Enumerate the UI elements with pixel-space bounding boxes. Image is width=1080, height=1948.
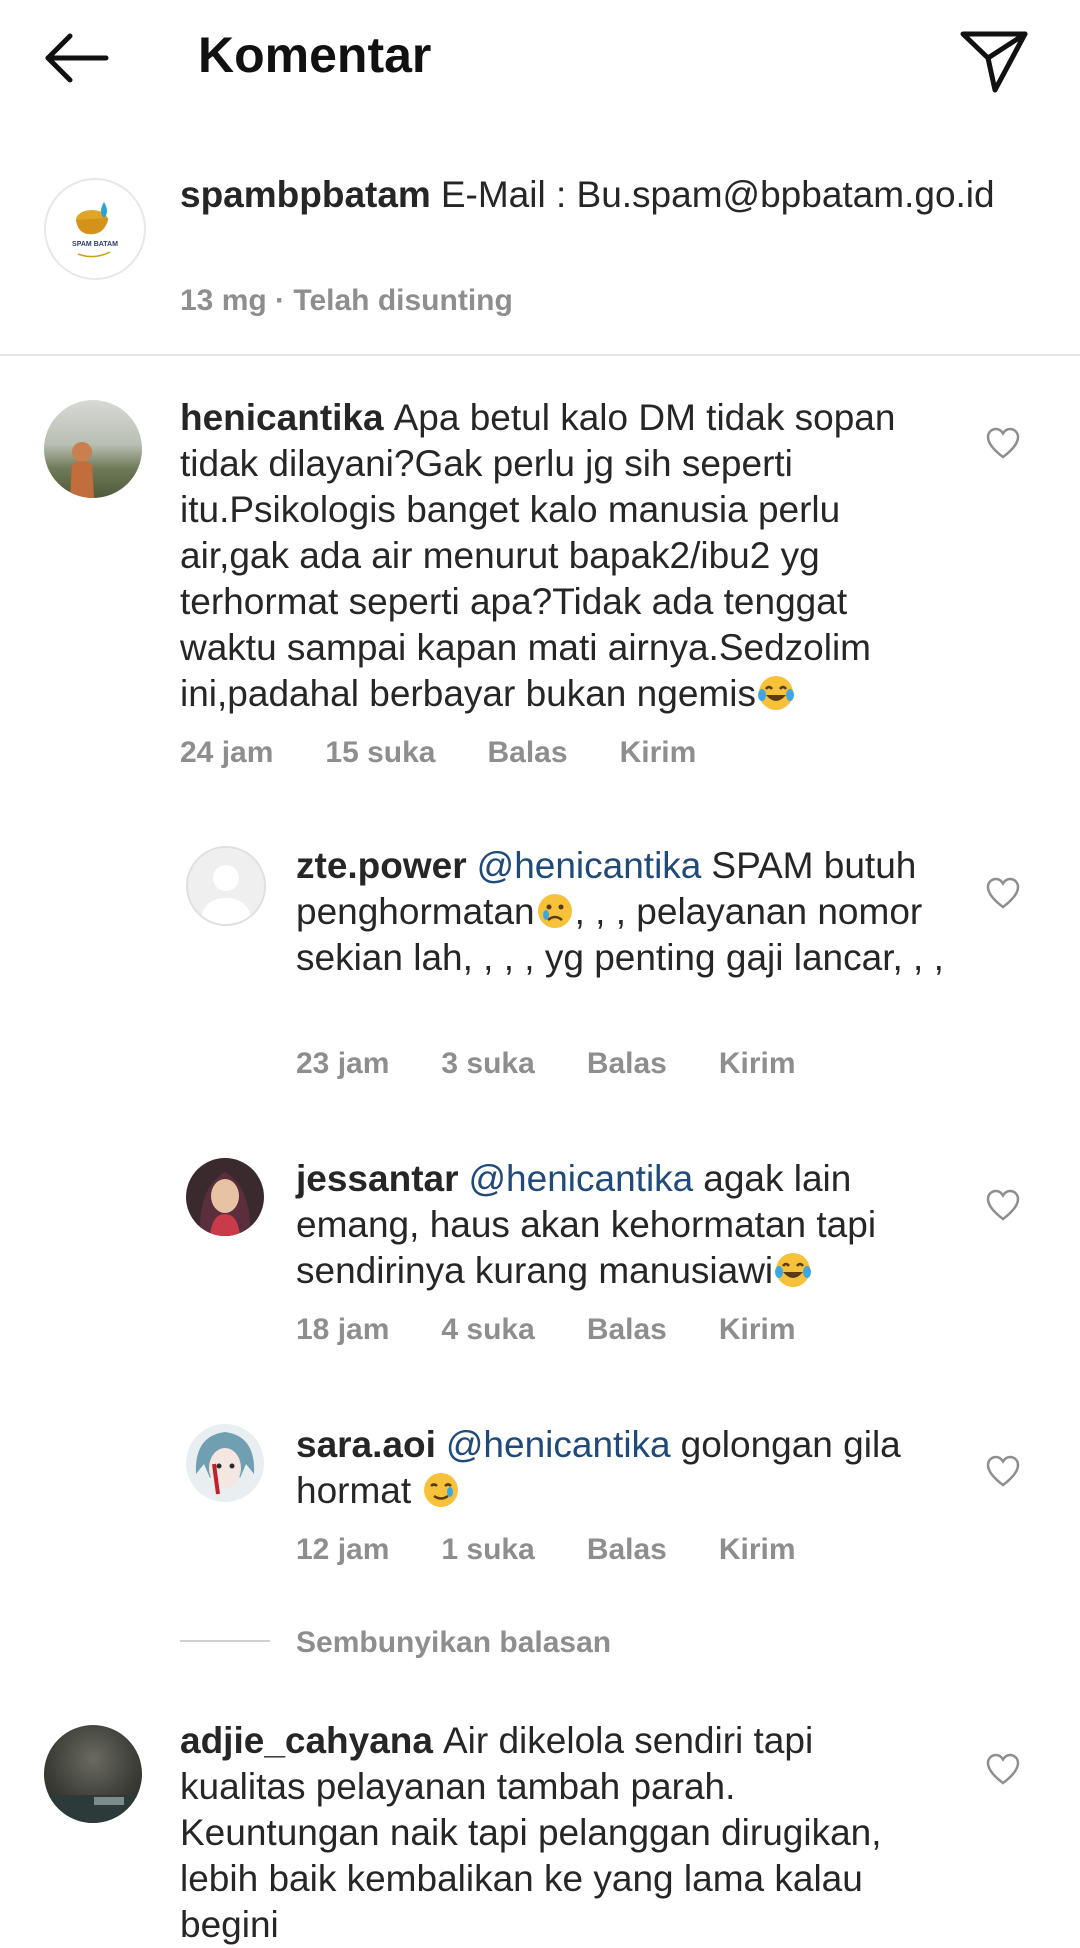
send-button[interactable]: Kirim	[719, 1047, 796, 1081]
divider	[0, 354, 1080, 356]
avatar[interactable]	[186, 1158, 264, 1236]
post-caption: SPAM BATAM spambpbatam E-Mail : Bu.spam@b…	[0, 160, 1080, 355]
like-button[interactable]	[985, 1188, 1021, 1224]
heart-icon	[986, 1455, 1020, 1487]
heart-icon	[986, 877, 1020, 909]
reply-meta: 12 jam 1 suka Balas Kirim	[296, 1533, 796, 1567]
reply-text: jessantar @henicantika agak lain emang, ha…	[296, 1156, 956, 1294]
comment-time: 24 jam	[180, 736, 274, 769]
user-photo-icon	[44, 1795, 142, 1823]
page-title: Komentar	[198, 27, 432, 83]
share-button[interactable]	[955, 20, 1035, 100]
send-button[interactable]: Kirim	[719, 1313, 796, 1347]
spam-batam-logo-icon: SPAM BATAM	[72, 202, 118, 258]
reply-time: 23 jam	[296, 1047, 390, 1080]
mention-link[interactable]: @henicantika	[477, 845, 702, 886]
like-button[interactable]	[985, 1454, 1021, 1490]
comment-text: henicantika Apa betul kalo DM tidak sopan…	[180, 395, 940, 717]
reply-text: zte.power @henicantika SPAM butuh penghorm…	[296, 843, 956, 981]
reply-time: 18 jam	[296, 1313, 390, 1346]
user-photo-icon	[70, 442, 94, 498]
comment-username[interactable]: henicantika	[180, 397, 384, 438]
caption-text: spambpbatam E-Mail : Bu.spam@bpbatam.go.i…	[180, 172, 1000, 218]
caption-body: E-Mail : Bu.spam@bpbatam.go.id	[440, 174, 995, 215]
heart-icon	[986, 1753, 1020, 1785]
reply-button[interactable]: Balas	[587, 1047, 667, 1081]
send-button[interactable]: Kirim	[719, 1533, 796, 1567]
reply-time: 12 jam	[296, 1533, 390, 1566]
reply-username[interactable]: sara.aoi	[296, 1424, 436, 1465]
reply-button[interactable]: Balas	[488, 736, 568, 770]
like-button[interactable]	[985, 876, 1021, 912]
back-button[interactable]	[40, 22, 120, 92]
heart-icon	[986, 1189, 1020, 1221]
avatar[interactable]	[186, 846, 266, 926]
mention-link[interactable]: @henicantika	[446, 1424, 671, 1465]
user-photo-icon	[199, 1172, 251, 1236]
like-button[interactable]	[985, 1752, 1021, 1788]
laughing-tears-emoji-icon	[775, 1253, 812, 1287]
reply-button[interactable]: Balas	[587, 1533, 667, 1567]
reply-button[interactable]: Balas	[587, 1313, 667, 1347]
like-count[interactable]: 15 suka	[325, 736, 435, 770]
caption-username[interactable]: spambpbatam	[180, 174, 431, 215]
reply-text: sara.aoi @henicantika golongan gila hormat	[296, 1422, 956, 1514]
like-button[interactable]	[985, 426, 1021, 462]
avatar[interactable]: SPAM BATAM	[44, 178, 146, 280]
comment-body: Apa betul kalo DM tidak sopan tidak dila…	[180, 397, 896, 714]
send-button[interactable]: Kirim	[620, 736, 697, 770]
laughing-tears-emoji-icon	[757, 676, 794, 710]
comment-username[interactable]: adjie_cahyana	[180, 1720, 433, 1761]
smiling-tear-emoji-icon	[424, 1473, 459, 1507]
svg-text:SPAM BATAM: SPAM BATAM	[72, 241, 118, 248]
paper-plane-icon	[960, 31, 1028, 93]
like-count[interactable]: 1 suka	[441, 1533, 534, 1567]
top-bar: Komentar	[0, 0, 1080, 120]
avatar[interactable]	[44, 1725, 142, 1823]
hide-replies-divider	[180, 1640, 270, 1642]
reply-username[interactable]: zte.power	[296, 845, 467, 886]
avatar[interactable]	[186, 1424, 264, 1502]
default-avatar-icon	[200, 865, 252, 924]
like-count[interactable]: 4 suka	[441, 1313, 534, 1347]
mention-link[interactable]: @henicantika	[469, 1158, 694, 1199]
like-count[interactable]: 3 suka	[441, 1047, 534, 1081]
reply-meta: 18 jam 4 suka Balas Kirim	[296, 1313, 796, 1347]
avatar[interactable]	[44, 400, 142, 498]
reply-username[interactable]: jessantar	[296, 1158, 459, 1199]
comment-meta: 24 jam 15 suka Balas Kirim	[180, 736, 696, 770]
caption-meta: 13 mg · Telah disunting	[180, 284, 513, 317]
hide-replies-button[interactable]: Sembunyikan balasan	[296, 1626, 611, 1660]
comment-text: adjie_cahyana Air dikelola sendiri tapi k…	[180, 1718, 940, 1948]
arrow-left-icon	[45, 33, 109, 83]
user-illustration-icon	[195, 1432, 255, 1495]
crying-face-emoji-icon	[537, 894, 572, 928]
reply-meta: 23 jam 3 suka Balas Kirim	[296, 1047, 796, 1081]
heart-icon	[986, 427, 1020, 459]
